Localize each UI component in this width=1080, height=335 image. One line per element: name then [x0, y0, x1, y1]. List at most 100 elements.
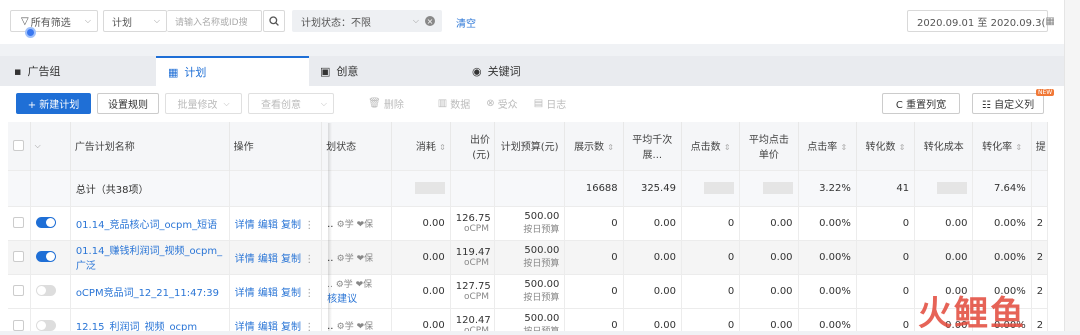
col-conv-rate[interactable]: 转化率 ⇕ — [972, 122, 1032, 170]
conv-rate-value: 0.00% — [972, 239, 1032, 274]
plan-name-link[interactable]: 01.14_赚钱利润词_视频_ocpm_广泛 — [70, 239, 230, 274]
ctr-value: 0.00% — [798, 205, 857, 240]
edit-link[interactable]: 编辑 — [258, 288, 278, 299]
search-icon — [269, 16, 279, 26]
row-actions[interactable]: 详情 编辑 复制 ⋮ — [229, 273, 323, 308]
row-actions[interactable]: 详情 编辑 复制 ⋮ — [229, 307, 323, 331]
batch-edit-label: 批量修改 — [177, 100, 218, 111]
status-filter[interactable]: 计划状态：不限 ⌵ × — [292, 10, 442, 32]
log-icon: ▤ — [533, 98, 544, 109]
edit-link[interactable]: 编辑 — [258, 220, 278, 231]
more-icon[interactable]: ⋮ — [304, 288, 314, 299]
edit-link[interactable]: 编辑 — [258, 254, 278, 265]
plan-select[interactable]: 计划 ⌵ — [103, 10, 167, 32]
conv-value: 0 — [856, 307, 916, 331]
plan-status: .. ⚙学 ❤保 核建议 — [321, 273, 393, 308]
col-cost[interactable]: 消耗 ⇕ — [391, 122, 451, 170]
audience-button[interactable]: ⊗ 受众 — [482, 93, 522, 114]
col-conv-cost[interactable]: 转化成本 — [914, 122, 974, 170]
select-dropdown[interactable]: ⌵ — [30, 122, 71, 170]
row-status-toggle[interactable] — [35, 251, 56, 263]
detail-link[interactable]: 详情 — [235, 254, 255, 265]
chevron-down-icon: ⌵ — [34, 141, 41, 151]
plan-name-link[interactable]: oCPM竞品词_12_21_11:47:39 — [70, 273, 230, 308]
calendar-icon: ▦ — [168, 65, 179, 79]
sort-icon: ⇕ — [607, 143, 614, 153]
cost-value: 0.00 — [391, 239, 451, 274]
trash-icon: 🗑 — [368, 98, 381, 109]
reset-columns-button[interactable]: C 重置列宽 — [882, 93, 960, 114]
batch-edit-button[interactable]: 批量修改 ⌵ — [165, 93, 242, 114]
table-row[interactable]: oCPM竞品词_12_21_11:47:39 详情 编辑 复制 ⋮ .. ⚙学 … — [8, 273, 1049, 308]
data-button[interactable]: ▥ 数据 — [434, 93, 474, 114]
bid-value: 120.47 — [455, 314, 491, 326]
table-row[interactable]: 12.15_利润词_视频_ocpm 详情 编辑 复制 ⋮ .. ⚙学 ❤保 0.… — [8, 307, 1049, 331]
edit-link[interactable]: 编辑 — [258, 322, 278, 331]
more-icon[interactable]: ⋮ — [304, 220, 314, 231]
row-actions[interactable]: 详情 编辑 复制 ⋮ — [229, 205, 323, 240]
table-row[interactable]: 01.14_竞品核心词_ocpm_短语 详情 编辑 复制 ⋮ .. ⚙学 ❤保 … — [8, 205, 1049, 240]
col-shows[interactable]: 展示数 ⇕ — [564, 122, 624, 170]
masked-value — [762, 182, 793, 194]
ctr-value: 0.00% — [798, 307, 857, 331]
detail-link[interactable]: 详情 — [235, 288, 255, 299]
new-badge: NEW — [1036, 89, 1055, 96]
table-row[interactable]: 01.14_赚钱利润词_视频_ocpm_广泛 详情 编辑 复制 ⋮ .. ⚙学 … — [8, 239, 1049, 274]
copy-link[interactable]: 复制 — [281, 288, 301, 299]
tab-plan[interactable]: ▦ 计划 — [156, 56, 309, 86]
new-plan-button[interactable]: + 新建计划 — [16, 93, 91, 114]
more-icon[interactable]: ⋮ — [304, 322, 314, 331]
copy-link[interactable]: 复制 — [281, 220, 301, 231]
search-button[interactable] — [263, 10, 285, 32]
more-icon[interactable]: ⋮ — [304, 254, 314, 265]
cpc-value: 0.00 — [739, 273, 799, 308]
plan-name-link[interactable]: 01.14_竞品核心词_ocpm_短语 — [70, 205, 230, 240]
tab-creative[interactable]: ▣ 创意 — [320, 56, 460, 86]
clear-icon[interactable]: × — [425, 16, 435, 26]
copy-link[interactable]: 复制 — [281, 322, 301, 331]
detail-link[interactable]: 详情 — [235, 220, 255, 231]
budget-type: 按日预算 — [500, 324, 559, 331]
row-status-toggle[interactable] — [35, 217, 56, 229]
col-clicks[interactable]: 点击数 ⇕ — [681, 122, 741, 170]
delete-button[interactable]: 🗑 删除 — [366, 93, 406, 114]
custom-columns-button[interactable]: ☷ 自定义列 — [972, 93, 1044, 114]
view-creative-button[interactable]: 查看创意 ⌵ — [248, 93, 334, 114]
cpc-value: 0.00 — [739, 239, 799, 274]
col-cost-label: 消耗 — [415, 142, 436, 154]
search-input[interactable]: 请输入名称或ID搜 — [167, 10, 262, 32]
bid-cell: 127.75 oCPM — [450, 273, 496, 308]
cpm-value: 0.00 — [623, 273, 682, 308]
select-all-checkbox[interactable] — [8, 122, 31, 170]
row-status-toggle[interactable] — [35, 319, 56, 331]
cpm-value: 0.00 — [623, 239, 682, 274]
col-cpm[interactable]: 平均千次展... — [623, 122, 682, 170]
date-range-picker[interactable]: 2020.09.01 至 2020.09.3( ▦ — [907, 10, 1055, 32]
status-suggestion-link[interactable]: 核建议 — [327, 290, 386, 305]
copy-link[interactable]: 复制 — [281, 254, 301, 265]
log-button[interactable]: ▤ 日志 — [530, 93, 570, 114]
all-filters-dropdown[interactable]: ▽ 所有筛选 ⌵ — [10, 10, 98, 32]
col-cpc[interactable]: 平均点击单价 — [739, 122, 799, 170]
col-ctr[interactable]: 点击率 ⇕ — [798, 122, 857, 170]
detail-link[interactable]: 详情 — [235, 322, 255, 331]
tab-label: 创意 — [336, 65, 359, 78]
row-checkbox[interactable] — [13, 217, 24, 229]
tab-ad-group[interactable]: ▪ 广告组 — [14, 56, 154, 86]
bid-cell: 120.47 oCPM — [450, 307, 496, 331]
row-actions[interactable]: 详情 编辑 复制 ⋮ — [229, 239, 323, 274]
row-checkbox[interactable] — [13, 319, 24, 331]
tab-keyword[interactable]: ◉ 关键词 — [472, 56, 612, 86]
row-checkbox[interactable] — [13, 251, 24, 263]
set-rules-button[interactable]: 设置规则 — [97, 93, 159, 114]
tab-bar: ▪ 广告组 ▦ 计划 ▣ 创意 ◉ 关键词 — [0, 56, 1064, 86]
col-conv[interactable]: 转化数 ⇕ — [856, 122, 916, 170]
clear-link[interactable]: 清空 — [456, 15, 476, 30]
row-checkbox[interactable] — [13, 285, 24, 297]
cost-value: 0.00 — [391, 307, 451, 331]
row-status-toggle[interactable] — [35, 285, 56, 297]
masked-value — [704, 182, 735, 194]
plan-name-link[interactable]: 12.15_利润词_视频_ocpm — [70, 307, 230, 331]
page-scrollbar[interactable] — [1064, 0, 1080, 331]
folder-icon: ▪ — [14, 64, 22, 78]
